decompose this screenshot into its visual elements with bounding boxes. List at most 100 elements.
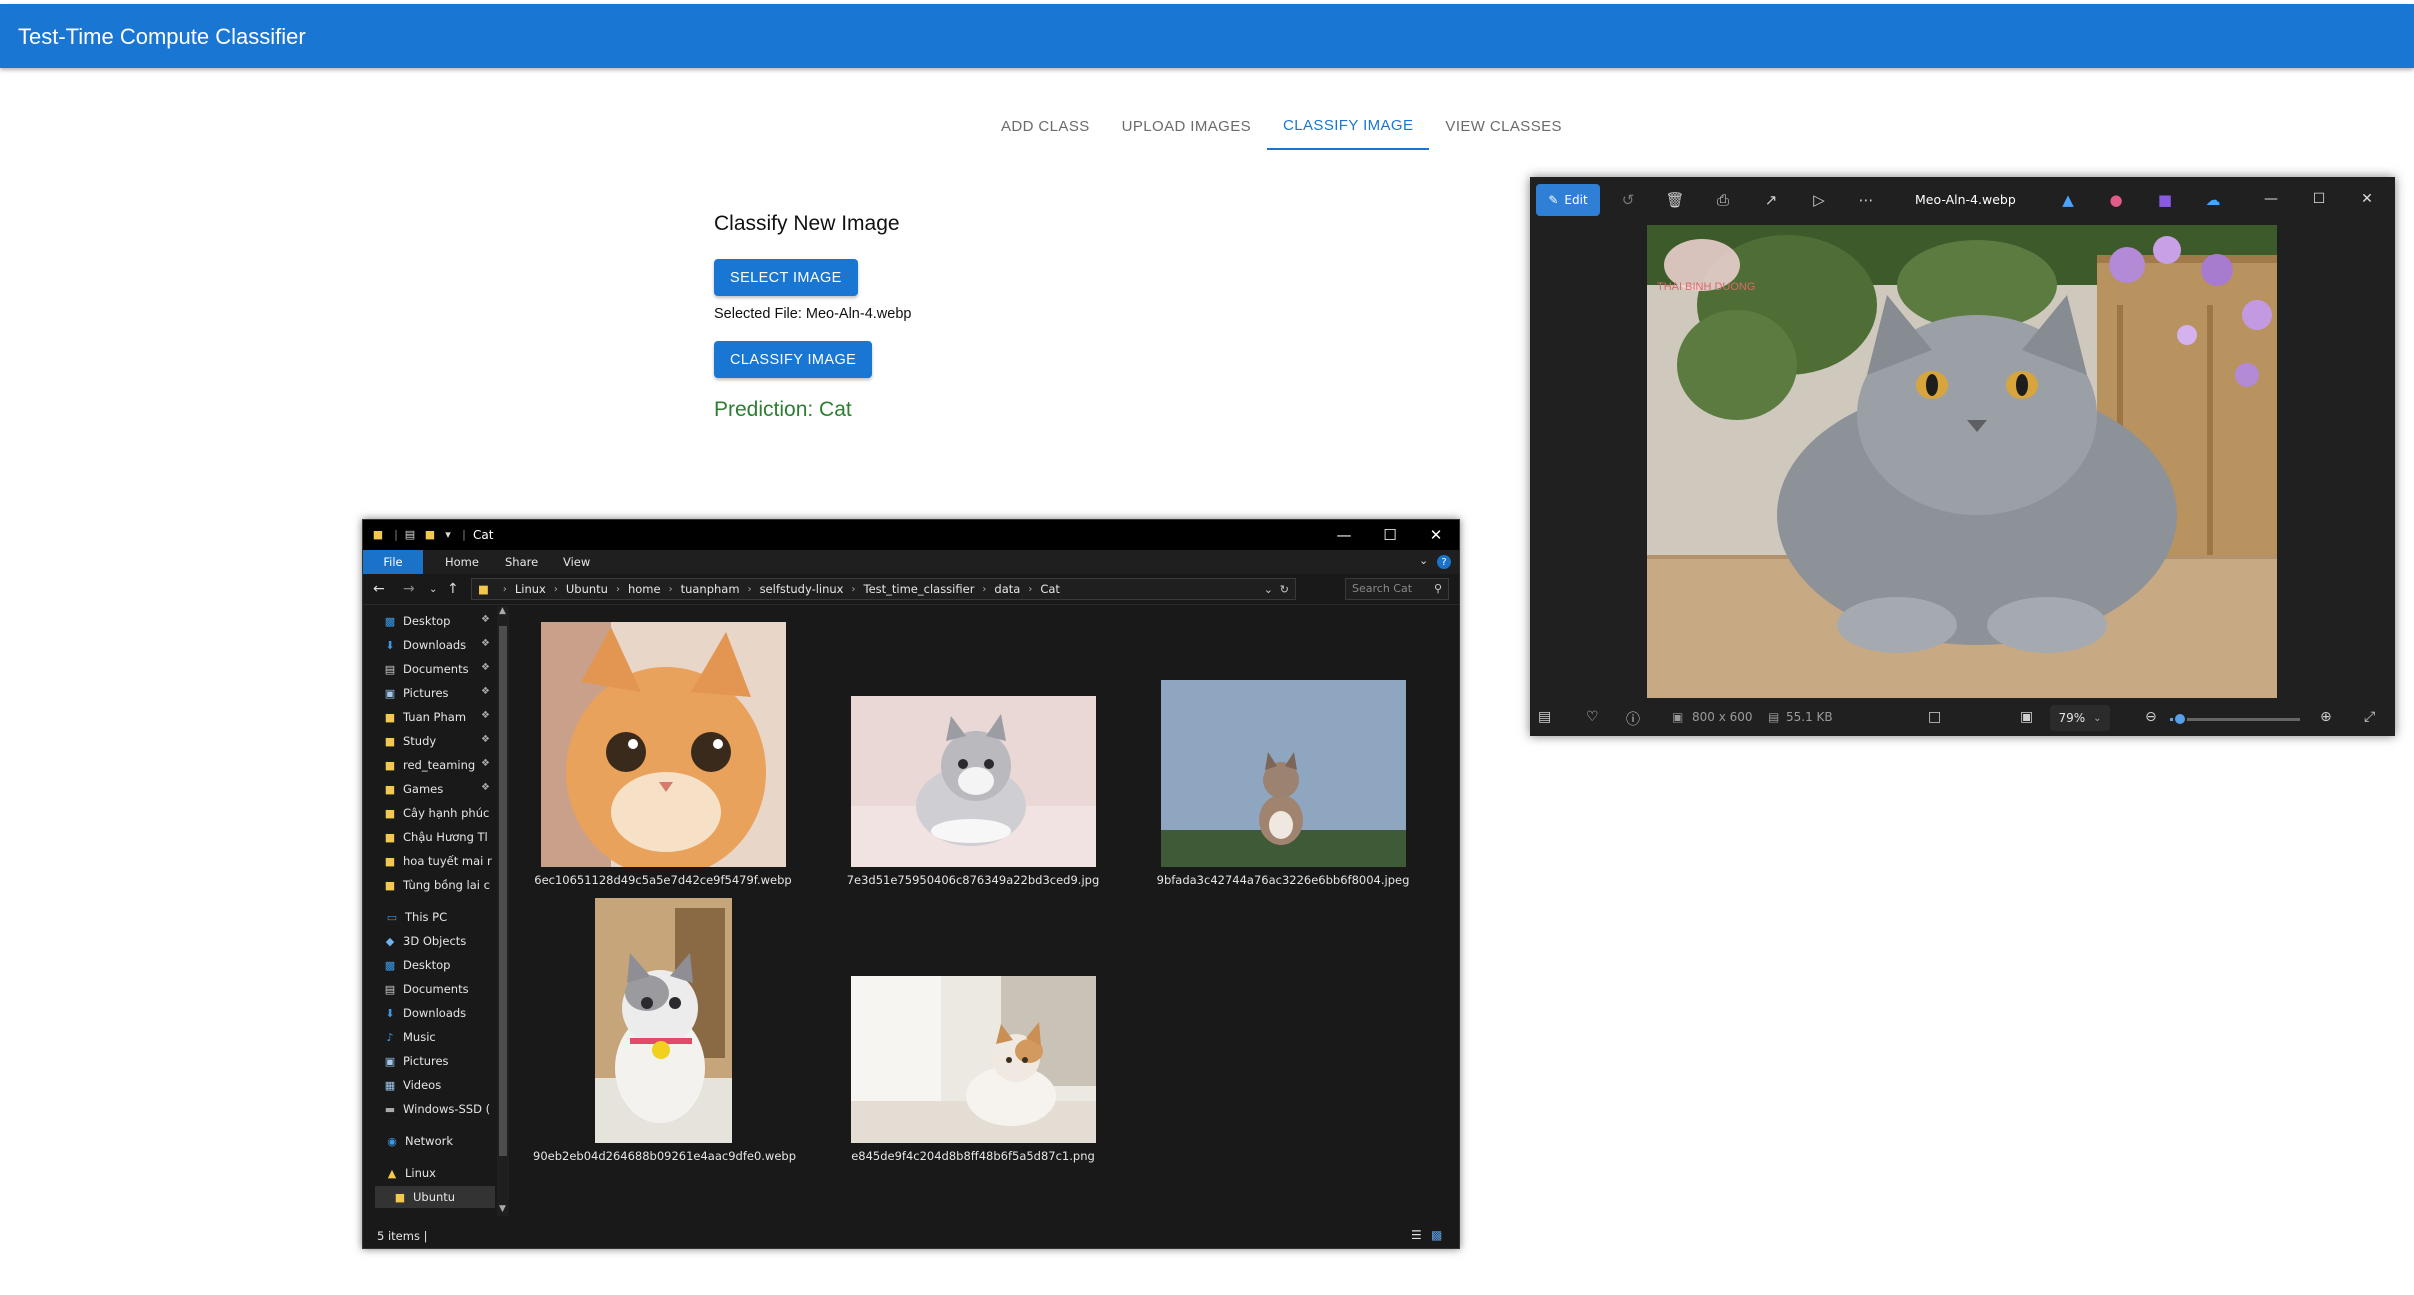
tab-upload-images[interactable]: UPLOAD IMAGES <box>1106 102 1267 150</box>
nav-scrollbar[interactable]: ▲ ▼ <box>497 606 509 1216</box>
ribbon-tab-share[interactable]: Share <box>493 550 550 574</box>
file-name[interactable]: 90eb2eb04d264688b09261e4aac9dfe0.webp <box>533 1149 796 1163</box>
actual-size-icon[interactable]: ▣ <box>2020 709 2033 725</box>
nav-item-pc-documents[interactable]: ▤ Documents <box>383 978 493 1000</box>
file-name[interactable]: 7e3d51e75950406c876349a22bd3ced9.jpg <box>843 873 1103 887</box>
onedrive-icon[interactable]: ☁ <box>2201 188 2225 212</box>
nav-item-pc-pictures[interactable]: ▣ Pictures <box>383 1050 493 1072</box>
file-name[interactable]: 6ec10651128d49c5a5e7d42ce9f5479f.webp <box>533 873 793 887</box>
recent-dropdown-icon[interactable]: ⌄ <box>429 584 437 595</box>
breadcrumb-item[interactable]: Cat <box>1040 582 1060 596</box>
nav-item-ubuntu[interactable]: ■ Ubuntu <box>375 1186 495 1208</box>
file-name[interactable]: 9bfada3c42744a76ac3226e6bb6f8004.jpeg <box>1153 873 1413 887</box>
file-thumbnail[interactable] <box>851 976 1096 1143</box>
nav-item-games[interactable]: ■ Games <box>383 778 493 800</box>
nav-item-pc-downloads[interactable]: ⬇ Downloads <box>383 1002 493 1024</box>
close-icon[interactable]: ✕ <box>1413 520 1459 550</box>
expand-ribbon-icon[interactable]: ⌄ <box>1419 554 1428 567</box>
navigation-pane[interactable]: ▩ Desktop ❖ ⬇ Downloads ❖ ▤ Documents ❖ ▣ Pi… <box>363 606 513 1216</box>
nav-scroll-thumb[interactable] <box>499 626 507 1156</box>
explorer-titlebar[interactable]: ■ | ▤ ■ ▾ | Cat — ☐ ✕ <box>363 520 1459 550</box>
zoom-out-icon[interactable]: ⊖ <box>2145 709 2157 725</box>
photo-canvas[interactable]: THAI BINH DUONG <box>1647 225 2277 698</box>
nav-item-hoa-tuyet-mai[interactable]: ■ hoa tuyết mai r <box>383 850 493 872</box>
forward-arrow-icon[interactable]: → <box>403 581 415 597</box>
more-options-icon[interactable]: ⋯ <box>1854 188 1878 212</box>
address-bar[interactable]: ■ › Linux › Ubuntu › home › tuanpham › s… <box>471 578 1296 600</box>
file-thumbnail[interactable] <box>851 696 1096 867</box>
tab-view-classes[interactable]: VIEW CLASSES <box>1429 102 1578 150</box>
breadcrumb-item[interactable]: data <box>994 582 1020 596</box>
slideshow-icon[interactable]: ▷ <box>1807 188 1831 212</box>
maximize-icon[interactable]: ☐ <box>1367 520 1413 550</box>
nav-item-red-teaming[interactable]: ■ red_teaming <box>383 754 493 776</box>
zoom-slider-knob[interactable] <box>2173 712 2188 726</box>
file-thumbnail[interactable] <box>541 622 786 867</box>
nav-item-documents[interactable]: ▤ Documents <box>383 658 493 680</box>
nav-item-network[interactable]: ◉ Network <box>385 1130 495 1152</box>
scroll-down-icon[interactable]: ▼ <box>499 1204 506 1214</box>
edit-button[interactable]: ✎ Edit <box>1536 184 1600 216</box>
breadcrumb-item[interactable]: Test_time_classifier <box>864 582 975 596</box>
select-image-button[interactable]: SELECT IMAGE <box>714 259 858 296</box>
breadcrumb-item[interactable]: tuanpham <box>681 582 740 596</box>
breadcrumb-item[interactable]: home <box>628 582 661 596</box>
breadcrumb-item[interactable]: Ubuntu <box>566 582 608 596</box>
ribbon-tab-file[interactable]: File <box>363 550 423 574</box>
favorite-icon[interactable]: ♡ <box>1586 709 1599 725</box>
zoom-dropdown[interactable]: 79% ⌄ <box>2050 705 2110 731</box>
minimize-icon[interactable]: — <box>2256 187 2286 211</box>
tab-add-class[interactable]: ADD CLASS <box>985 102 1106 150</box>
nav-item-pictures[interactable]: ▣ Pictures <box>383 682 493 704</box>
nav-item-tung-bong-lai[interactable]: ■ Tùng bồng lai c <box>383 874 493 896</box>
nav-item-3d-objects[interactable]: ◆ 3D Objects <box>383 930 493 952</box>
filmstrip-icon[interactable]: ▤ <box>1538 709 1551 725</box>
search-input[interactable]: Search Cat ⚲ <box>1345 578 1449 600</box>
classify-image-button[interactable]: CLASSIFY IMAGE <box>714 341 873 378</box>
clipchamp-icon[interactable]: ■ <box>2153 188 2177 212</box>
ribbon-tab-view[interactable]: View <box>551 550 602 574</box>
new-folder-icon[interactable]: ■ <box>423 527 437 541</box>
help-icon[interactable]: ? <box>1437 555 1451 569</box>
ribbon-tab-home[interactable]: Home <box>433 550 491 574</box>
file-name[interactable]: e845de9f4c204d8b8ff48b6f5a5d87c1.png <box>843 1149 1103 1163</box>
dropdown-icon[interactable]: ▾ <box>441 527 455 541</box>
info-icon[interactable]: ⓘ <box>1626 709 1640 729</box>
nav-item-windows-ssd[interactable]: ▬ Windows-SSD ( <box>383 1098 493 1120</box>
up-arrow-icon[interactable]: ↑ <box>447 581 459 597</box>
nav-item-cay-hanh-phuc[interactable]: ■ Cây hạnh phúc <box>383 802 493 824</box>
nav-item-this-pc[interactable]: ▭ This PC <box>385 906 495 928</box>
delete-icon[interactable]: 🗑 <box>1663 188 1687 212</box>
share-icon[interactable]: ↗ <box>1759 188 1783 212</box>
file-thumbnail[interactable] <box>595 898 732 1143</box>
rotate-icon[interactable]: ↺ <box>1616 188 1640 212</box>
nav-item-chau-huong[interactable]: ■ Chậu Hương Tl <box>383 826 493 848</box>
print-icon[interactable]: ⎙ <box>1711 188 1735 212</box>
fit-screen-icon[interactable]: □ <box>1928 709 1941 725</box>
details-view-icon[interactable]: ☰ <box>1411 1228 1422 1242</box>
breadcrumb-item[interactable]: selfstudy-linux <box>760 582 844 596</box>
fullscreen-icon[interactable]: ⤢ <box>2364 709 2375 725</box>
scroll-up-icon[interactable]: ▲ <box>499 606 506 616</box>
file-thumbnail[interactable] <box>1161 680 1406 867</box>
properties-icon[interactable]: ▤ <box>403 527 417 541</box>
tab-classify-image[interactable]: CLASSIFY IMAGE <box>1267 102 1430 150</box>
nav-item-desktop[interactable]: ▩ Desktop <box>383 610 493 632</box>
address-dropdown-icon[interactable]: ⌄ <box>1264 583 1273 596</box>
nav-item-downloads[interactable]: ⬇ Downloads <box>383 634 493 656</box>
large-icons-view-icon[interactable]: ▩ <box>1431 1228 1442 1242</box>
refresh-icon[interactable]: ↻ <box>1280 583 1289 596</box>
nav-item-music[interactable]: ♪ Music <box>383 1026 493 1048</box>
nav-item-study[interactable]: ■ Study <box>383 730 493 752</box>
nav-item-videos[interactable]: ▦ Videos <box>383 1074 493 1096</box>
zoom-slider[interactable] <box>2170 712 2300 726</box>
nav-item-pc-desktop[interactable]: ▩ Desktop <box>383 954 493 976</box>
breadcrumb-item[interactable]: Linux <box>515 582 546 596</box>
nav-item-tuan-pham[interactable]: ■ Tuan Pham <box>383 706 493 728</box>
designer-icon[interactable]: ● <box>2104 188 2128 212</box>
zoom-in-icon[interactable]: ⊕ <box>2320 709 2332 725</box>
nav-item-linux[interactable]: ▲ Linux <box>385 1162 495 1184</box>
minimize-icon[interactable]: — <box>1321 520 1367 550</box>
close-icon[interactable]: ✕ <box>2352 187 2382 211</box>
maximize-icon[interactable]: ☐ <box>2304 187 2334 211</box>
